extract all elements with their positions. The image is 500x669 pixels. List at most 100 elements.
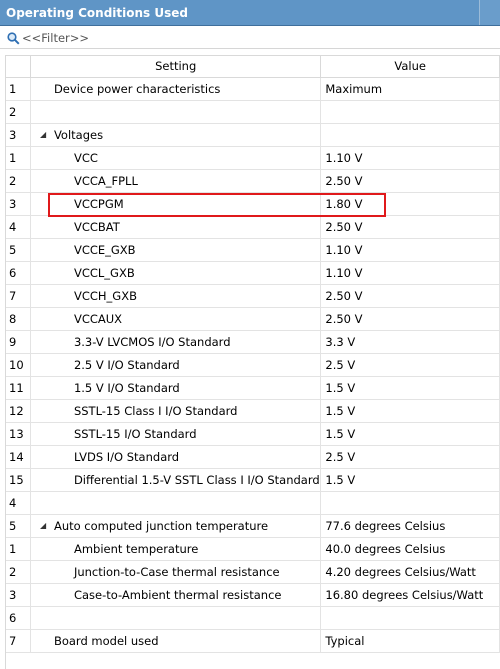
value-cell: 2.50 V bbox=[321, 170, 500, 192]
value-cell bbox=[321, 492, 500, 514]
setting-cell: Board model used bbox=[31, 630, 322, 652]
value-cell: 2.5 V bbox=[321, 446, 500, 468]
setting-label: Device power characteristics bbox=[53, 82, 221, 96]
table-row[interactable]: 6 bbox=[6, 607, 500, 630]
value-cell: 2.50 V bbox=[321, 216, 500, 238]
setting-cell: LVDS I/O Standard bbox=[31, 446, 322, 468]
expanded-triangle-icon[interactable]: ◢ bbox=[40, 124, 54, 146]
table-row[interactable]: 5 ◢ Auto computed junction temperature 77.6… bbox=[6, 515, 500, 538]
setting-cell: 1.5 V I/O Standard bbox=[31, 377, 322, 399]
setting-cell: ◢ Auto computed junction temperature bbox=[31, 515, 322, 537]
row-number: 1 bbox=[6, 147, 31, 169]
setting-label: Differential 1.5-V SSTL Class I I/O Stan… bbox=[73, 473, 320, 487]
table-row[interactable]: 10 2.5 V I/O Standard 2.5 V bbox=[6, 354, 500, 377]
row-number: 13 bbox=[6, 423, 31, 445]
setting-cell: SSTL-15 Class I I/O Standard bbox=[31, 400, 322, 422]
row-number: 3 bbox=[6, 193, 31, 215]
table-row[interactable]: 8 VCCAUX 2.50 V bbox=[6, 308, 500, 331]
value-cell: 77.6 degrees Celsius bbox=[321, 515, 500, 537]
value-cell: Typical bbox=[321, 630, 500, 652]
row-number: 2 bbox=[6, 101, 31, 123]
row-number: 10 bbox=[6, 354, 31, 376]
setting-cell: VCCBAT bbox=[31, 216, 322, 238]
setting-cell: Ambient temperature bbox=[31, 538, 322, 560]
titlebar-button[interactable] bbox=[479, 0, 500, 25]
row-number: 2 bbox=[6, 170, 31, 192]
table-row[interactable]: 11 1.5 V I/O Standard 1.5 V bbox=[6, 377, 500, 400]
table-row[interactable]: 4 VCCBAT 2.50 V bbox=[6, 216, 500, 239]
setting-label: VCCPGM bbox=[73, 197, 124, 211]
setting-cell: VCCA_FPLL bbox=[31, 170, 322, 192]
setting-cell: Junction-to-Case thermal resistance bbox=[31, 561, 322, 583]
table-row[interactable]: 7 VCCH_GXB 2.50 V bbox=[6, 285, 500, 308]
setting-cell: Differential 1.5-V SSTL Class I I/O Stan… bbox=[31, 469, 322, 491]
value-cell bbox=[321, 607, 500, 629]
row-number: 9 bbox=[6, 331, 31, 353]
setting-label: LVDS I/O Standard bbox=[73, 450, 180, 464]
table-row[interactable]: 1 Device power characteristics Maximum bbox=[6, 78, 500, 101]
setting-label: VCCH_GXB bbox=[73, 289, 137, 303]
table-row[interactable]: 5 VCCE_GXB 1.10 V bbox=[6, 239, 500, 262]
setting-label: Auto computed junction temperature bbox=[53, 519, 269, 533]
table-row[interactable]: 3 VCCPGM 1.80 V bbox=[6, 193, 500, 216]
setting-label: VCC bbox=[73, 151, 98, 165]
setting-label: Case-to-Ambient thermal resistance bbox=[73, 588, 282, 602]
row-number: 12 bbox=[6, 400, 31, 422]
table-row[interactable]: 14 LVDS I/O Standard 2.5 V bbox=[6, 446, 500, 469]
setting-label: 1.5 V I/O Standard bbox=[73, 381, 180, 395]
filter-input[interactable] bbox=[22, 30, 482, 46]
table-row[interactable]: 12 SSTL-15 Class I I/O Standard 1.5 V bbox=[6, 400, 500, 423]
setting-label: 2.5 V I/O Standard bbox=[73, 358, 180, 372]
table-body: 1 Device power characteristics Maximum 2 3 ◢ V… bbox=[6, 78, 500, 653]
row-number: 5 bbox=[6, 239, 31, 261]
table-row[interactable]: 1 Ambient temperature 40.0 degrees Celsius bbox=[6, 538, 500, 561]
row-number: 14 bbox=[6, 446, 31, 468]
row-number: 5 bbox=[6, 515, 31, 537]
value-cell: 1.10 V bbox=[321, 239, 500, 261]
row-number: 2 bbox=[6, 561, 31, 583]
header-row-number bbox=[6, 56, 31, 77]
setting-label: SSTL-15 I/O Standard bbox=[73, 427, 197, 441]
header-setting[interactable]: Setting bbox=[31, 56, 322, 77]
setting-label: Ambient temperature bbox=[73, 542, 199, 556]
setting-cell: VCCH_GXB bbox=[31, 285, 322, 307]
setting-cell: VCC bbox=[31, 147, 322, 169]
setting-label: Board model used bbox=[53, 634, 159, 648]
table-header: Setting Value bbox=[6, 56, 500, 78]
expanded-triangle-icon[interactable]: ◢ bbox=[40, 515, 54, 537]
setting-cell bbox=[31, 607, 322, 629]
setting-cell: 3.3-V LVCMOS I/O Standard bbox=[31, 331, 322, 353]
value-cell: 4.20 degrees Celsius/Watt bbox=[321, 561, 500, 583]
row-number: 7 bbox=[6, 630, 31, 652]
setting-cell: SSTL-15 I/O Standard bbox=[31, 423, 322, 445]
setting-cell bbox=[31, 101, 322, 123]
setting-cell: VCCE_GXB bbox=[31, 239, 322, 261]
table-row[interactable]: 6 VCCL_GXB 1.10 V bbox=[6, 262, 500, 285]
table-row[interactable]: 2 bbox=[6, 101, 500, 124]
table-row[interactable]: 4 bbox=[6, 492, 500, 515]
table-row[interactable]: 15 Differential 1.5-V SSTL Class I I/O St… bbox=[6, 469, 500, 492]
value-cell: 1.5 V bbox=[321, 377, 500, 399]
table-row[interactable]: 3 Case-to-Ambient thermal resistance 16.80… bbox=[6, 584, 500, 607]
table-row[interactable]: 3 ◢ Voltages bbox=[6, 124, 500, 147]
setting-label: SSTL-15 Class I I/O Standard bbox=[73, 404, 238, 418]
panel-title: Operating Conditions Used bbox=[6, 6, 188, 20]
row-number: 8 bbox=[6, 308, 31, 330]
row-number: 3 bbox=[6, 584, 31, 606]
table-row[interactable]: 1 VCC 1.10 V bbox=[6, 147, 500, 170]
value-cell: 1.10 V bbox=[321, 262, 500, 284]
row-number: 4 bbox=[6, 492, 31, 514]
table-row[interactable]: 9 3.3-V LVCMOS I/O Standard 3.3 V bbox=[6, 331, 500, 354]
setting-label: VCCBAT bbox=[73, 220, 120, 234]
value-cell: 2.50 V bbox=[321, 285, 500, 307]
row-number: 11 bbox=[6, 377, 31, 399]
table-row[interactable]: 13 SSTL-15 I/O Standard 1.5 V bbox=[6, 423, 500, 446]
setting-label: VCCL_GXB bbox=[73, 266, 135, 280]
table-row[interactable]: 7 Board model used Typical bbox=[6, 630, 500, 653]
setting-label: 3.3-V LVCMOS I/O Standard bbox=[73, 335, 231, 349]
value-cell: 16.80 degrees Celsius/Watt bbox=[321, 584, 500, 606]
header-value[interactable]: Value bbox=[321, 56, 500, 77]
value-cell: 1.10 V bbox=[321, 147, 500, 169]
table-row[interactable]: 2 VCCA_FPLL 2.50 V bbox=[6, 170, 500, 193]
table-row[interactable]: 2 Junction-to-Case thermal resistance 4.20… bbox=[6, 561, 500, 584]
